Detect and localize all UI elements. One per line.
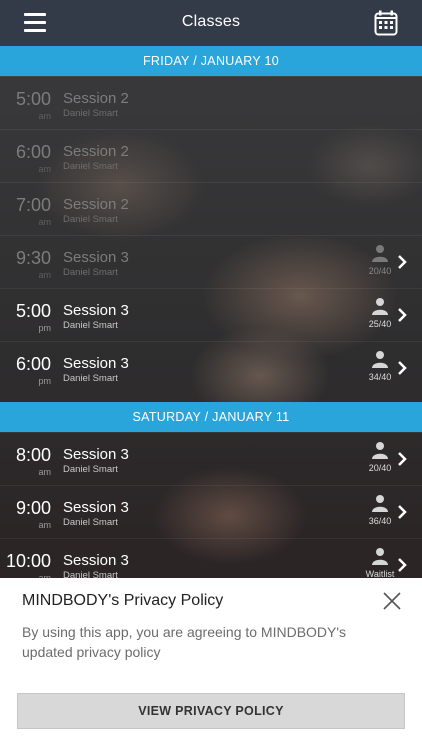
class-time: 8:00 (15, 445, 51, 465)
view-privacy-policy-button[interactable]: VIEW PRIVACY POLICY (17, 693, 405, 729)
privacy-title: MINDBODY's Privacy Policy (22, 592, 224, 609)
class-name: Session 2 (63, 143, 129, 160)
class-name: Session 3 (63, 499, 129, 516)
class-time: 9:00 (15, 498, 51, 518)
class-instructor: Daniel Smart (63, 108, 118, 119)
class-instructor: Daniel Smart (63, 517, 118, 528)
calendar-icon[interactable] (374, 10, 398, 36)
person-icon (372, 442, 388, 459)
class-time: 6:00 (15, 142, 51, 162)
person-icon (372, 351, 388, 368)
class-time: 5:00 (15, 301, 51, 321)
class-row: 6:00 am Session 2 Daniel Smart (0, 129, 422, 182)
class-time: 9:30 (15, 248, 51, 268)
class-time: 5:00 (15, 89, 51, 109)
class-row[interactable]: 8:00 am Session 3 Daniel Smart 20/40 (0, 432, 422, 485)
class-name: Session 3 (63, 446, 129, 463)
day-header-friday: FRIDAY / JANUARY 10 (0, 46, 422, 76)
class-row: 5:00 am Session 2 Daniel Smart (0, 76, 422, 129)
person-icon (372, 548, 388, 565)
person-icon (372, 245, 388, 262)
class-name: Session 2 (63, 90, 129, 107)
class-row[interactable]: 9:30 am Session 3 Daniel Smart 20/40 (0, 235, 422, 288)
chevron-right-icon (398, 361, 407, 375)
class-time: 7:00 (15, 195, 51, 215)
person-icon (372, 495, 388, 512)
class-ampm: pm (38, 323, 51, 333)
class-instructor: Daniel Smart (63, 161, 118, 172)
chevron-right-icon (398, 505, 407, 519)
class-time: 10:00 (5, 551, 51, 571)
class-instructor: Daniel Smart (63, 214, 118, 225)
class-ampm: pm (38, 376, 51, 386)
class-name: Session 3 (63, 355, 129, 372)
enrollment-count: 25/40 (368, 319, 392, 329)
enrollment-count: 20/40 (368, 266, 392, 276)
class-row: 7:00 am Session 2 Daniel Smart (0, 182, 422, 235)
chevron-right-icon (398, 452, 407, 466)
class-ampm: am (38, 111, 51, 121)
chevron-right-icon (398, 308, 407, 322)
chevron-right-icon (398, 255, 407, 269)
class-ampm: am (38, 217, 51, 227)
app-header: Classes (0, 0, 422, 46)
day-header-saturday: SATURDAY / JANUARY 11 (0, 402, 422, 432)
class-name: Session 3 (63, 302, 129, 319)
class-instructor: Daniel Smart (63, 373, 118, 384)
class-name: Session 3 (63, 249, 129, 266)
class-row[interactable]: 5:00 pm Session 3 Daniel Smart 25/40 (0, 288, 422, 341)
class-row[interactable]: 9:00 am Session 3 Daniel Smart 36/40 (0, 485, 422, 538)
class-ampm: am (38, 520, 51, 530)
class-name: Session 2 (63, 196, 129, 213)
privacy-body: By using this app, you are agreeing to M… (22, 624, 347, 660)
enrollment-count: 36/40 (368, 516, 392, 526)
chevron-right-icon (398, 558, 407, 572)
class-instructor: Daniel Smart (63, 464, 118, 475)
class-name: Session 3 (63, 552, 129, 569)
class-instructor: Daniel Smart (63, 320, 118, 331)
privacy-policy-banner: MINDBODY's Privacy Policy By using this … (0, 578, 422, 750)
class-row[interactable]: 6:00 pm Session 3 Daniel Smart 34/40 (0, 341, 422, 394)
class-instructor: Daniel Smart (63, 267, 118, 278)
class-ampm: am (38, 164, 51, 174)
enrollment-count: 20/40 (368, 463, 392, 473)
enrollment-count: 34/40 (368, 372, 392, 382)
close-icon[interactable] (382, 591, 402, 611)
class-ampm: am (38, 270, 51, 280)
page-title: Classes (181, 13, 241, 30)
class-ampm: am (38, 467, 51, 477)
class-time: 6:00 (15, 354, 51, 374)
person-icon (372, 298, 388, 315)
